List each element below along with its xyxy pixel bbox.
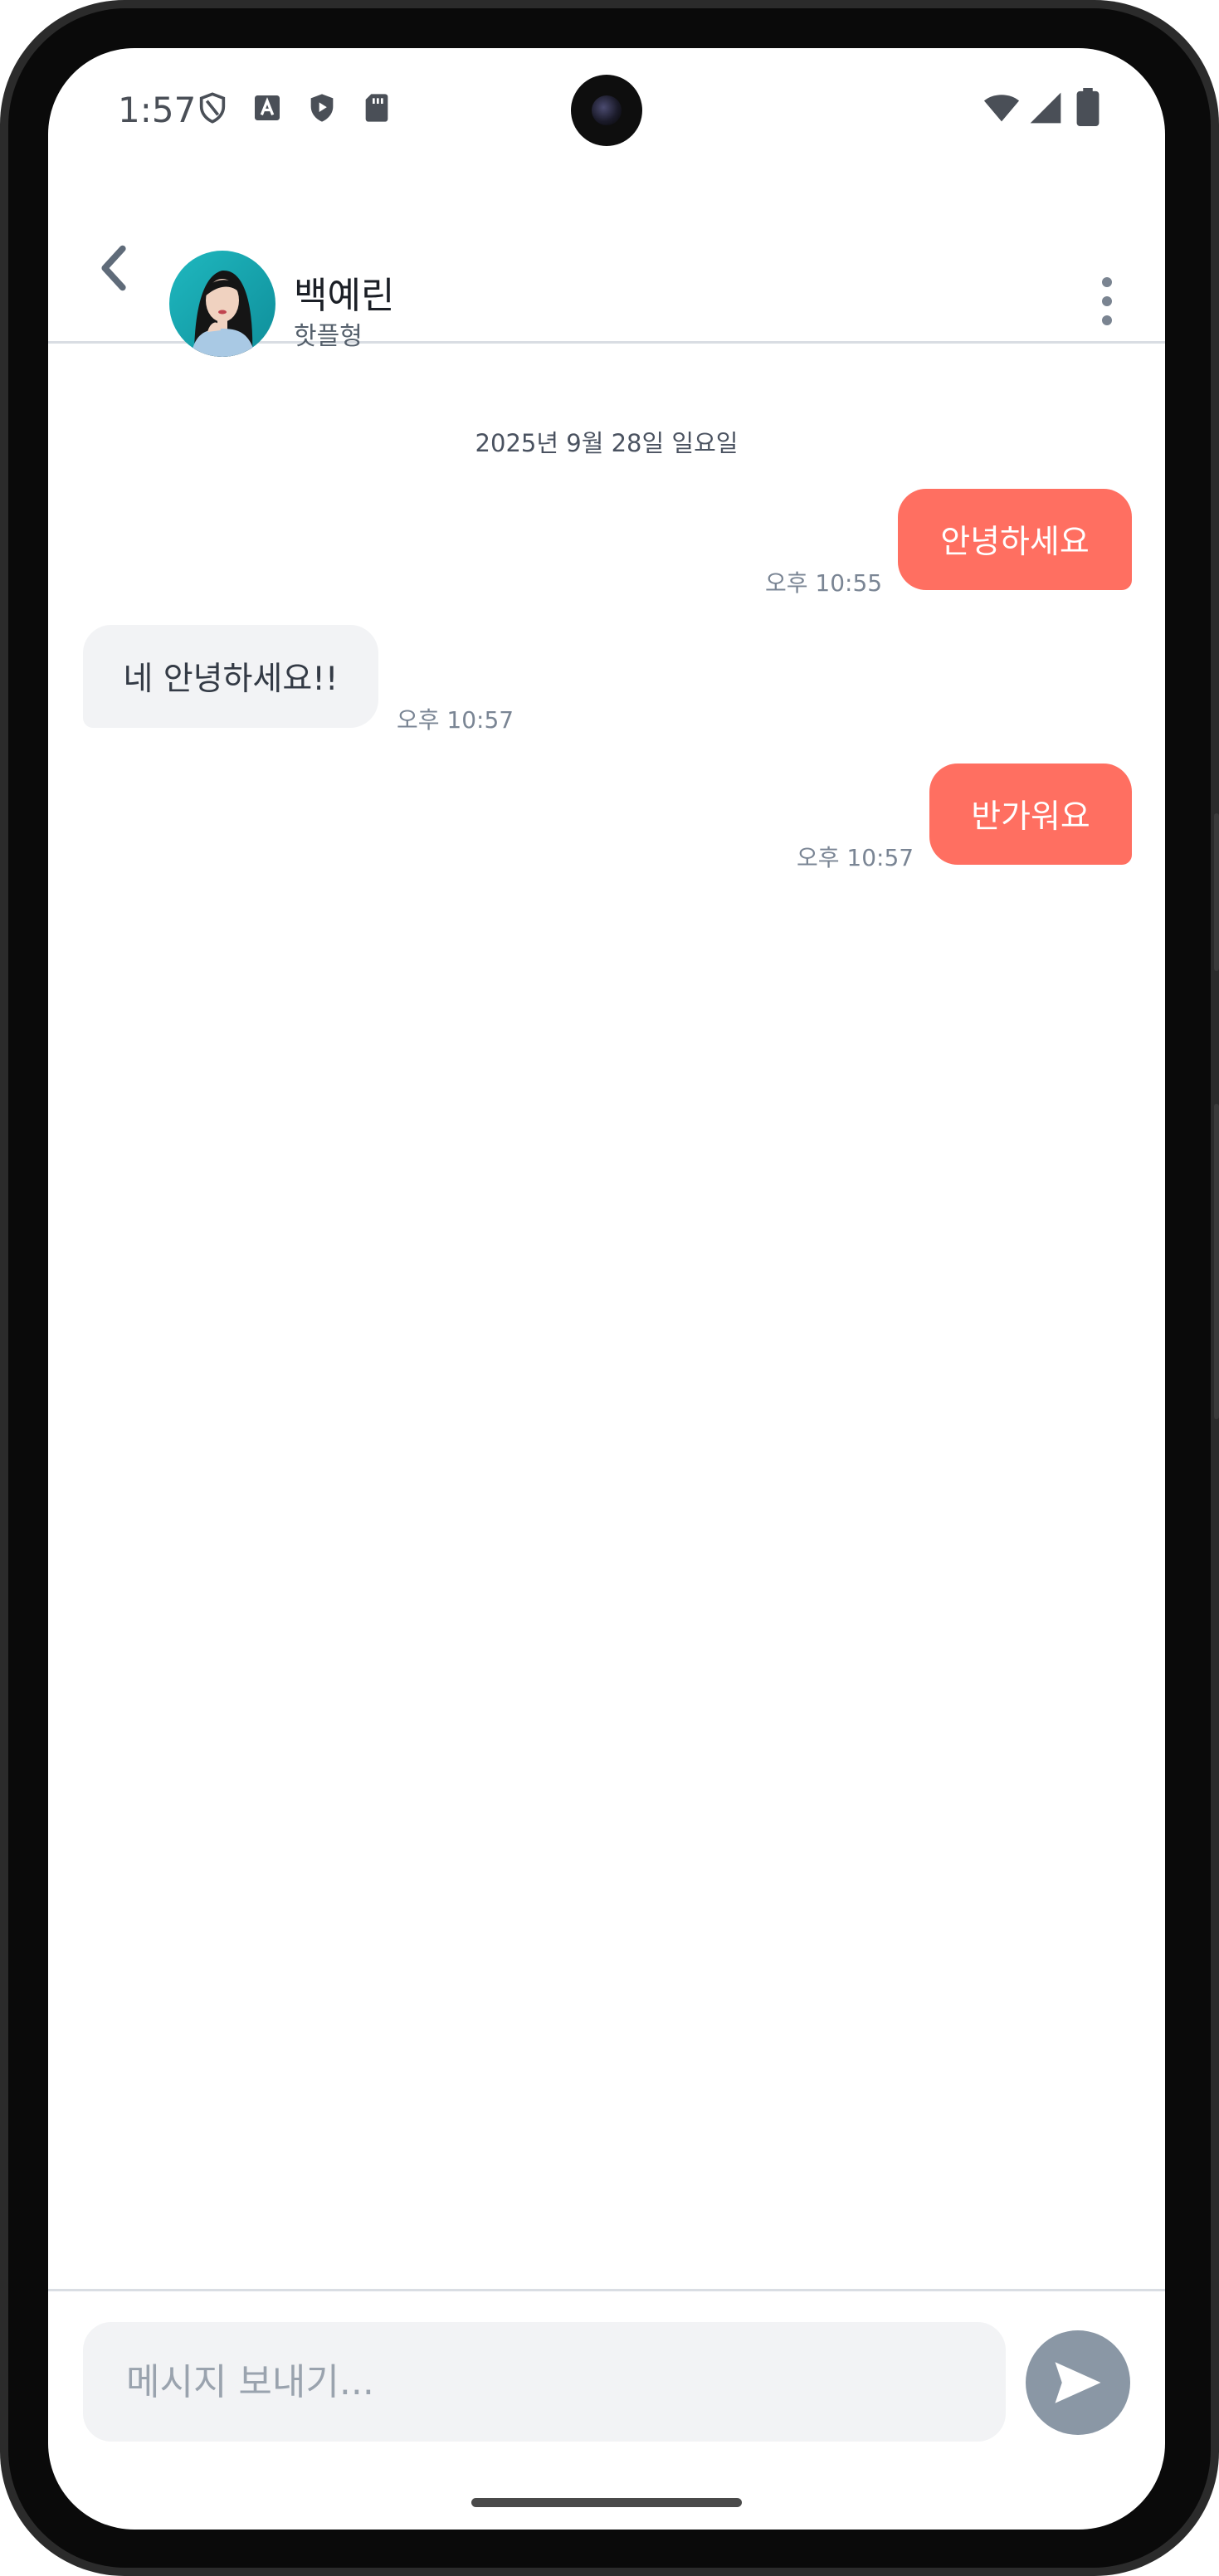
chat-header: 백예린 핫플형 (48, 198, 1165, 357)
play-shield-icon (310, 94, 334, 122)
message-time: 오후 10:55 (765, 569, 883, 597)
date-separator: 2025년 9월 28일 일요일 (475, 429, 739, 457)
contact-subtitle: 핫플형 (294, 322, 363, 351)
camera-lens (592, 95, 622, 125)
cell-signal-icon (1030, 92, 1061, 124)
send-icon (1055, 2362, 1101, 2403)
kebab-dot (1102, 315, 1112, 325)
power-button (1214, 1104, 1219, 1419)
message-time: 오후 10:57 (797, 844, 914, 871)
wifi-icon (983, 95, 1020, 122)
font-a-icon (255, 95, 280, 120)
kebab-dot (1102, 277, 1112, 287)
status-bar: 1:57 (48, 48, 1165, 173)
phone-frame: 1:57 백예린 핫플형 2025년 9월 28일 일요일 안녕하세요 오후 1… (0, 0, 1219, 2576)
message-bubble-incoming[interactable]: 네 안녕하세요!! (83, 625, 378, 728)
more-vert-icon[interactable] (1090, 277, 1124, 344)
message-input[interactable] (83, 2322, 1006, 2442)
volume-button (1214, 813, 1219, 971)
shield-outline-icon (199, 92, 226, 124)
contact-name: 백예린 (294, 275, 395, 317)
battery-icon (1076, 88, 1100, 126)
avatar-image (169, 251, 275, 357)
composer-divider (48, 2289, 1165, 2291)
kebab-dot (1102, 296, 1112, 306)
home-indicator[interactable] (471, 2498, 742, 2507)
message-bubble-outgoing[interactable]: 반가워요 (929, 764, 1132, 865)
message-bubble-outgoing[interactable]: 안녕하세요 (898, 489, 1132, 590)
sd-card-icon (365, 94, 388, 122)
front-camera (571, 75, 642, 146)
message-time: 오후 10:57 (397, 706, 514, 734)
screen: 1:57 백예린 핫플형 2025년 9월 28일 일요일 안녕하세요 오후 1… (48, 48, 1165, 2530)
send-button[interactable] (1026, 2330, 1130, 2435)
avatar[interactable] (169, 251, 275, 357)
status-time: 1:57 (118, 90, 197, 130)
chevron-left-icon[interactable] (90, 239, 139, 297)
